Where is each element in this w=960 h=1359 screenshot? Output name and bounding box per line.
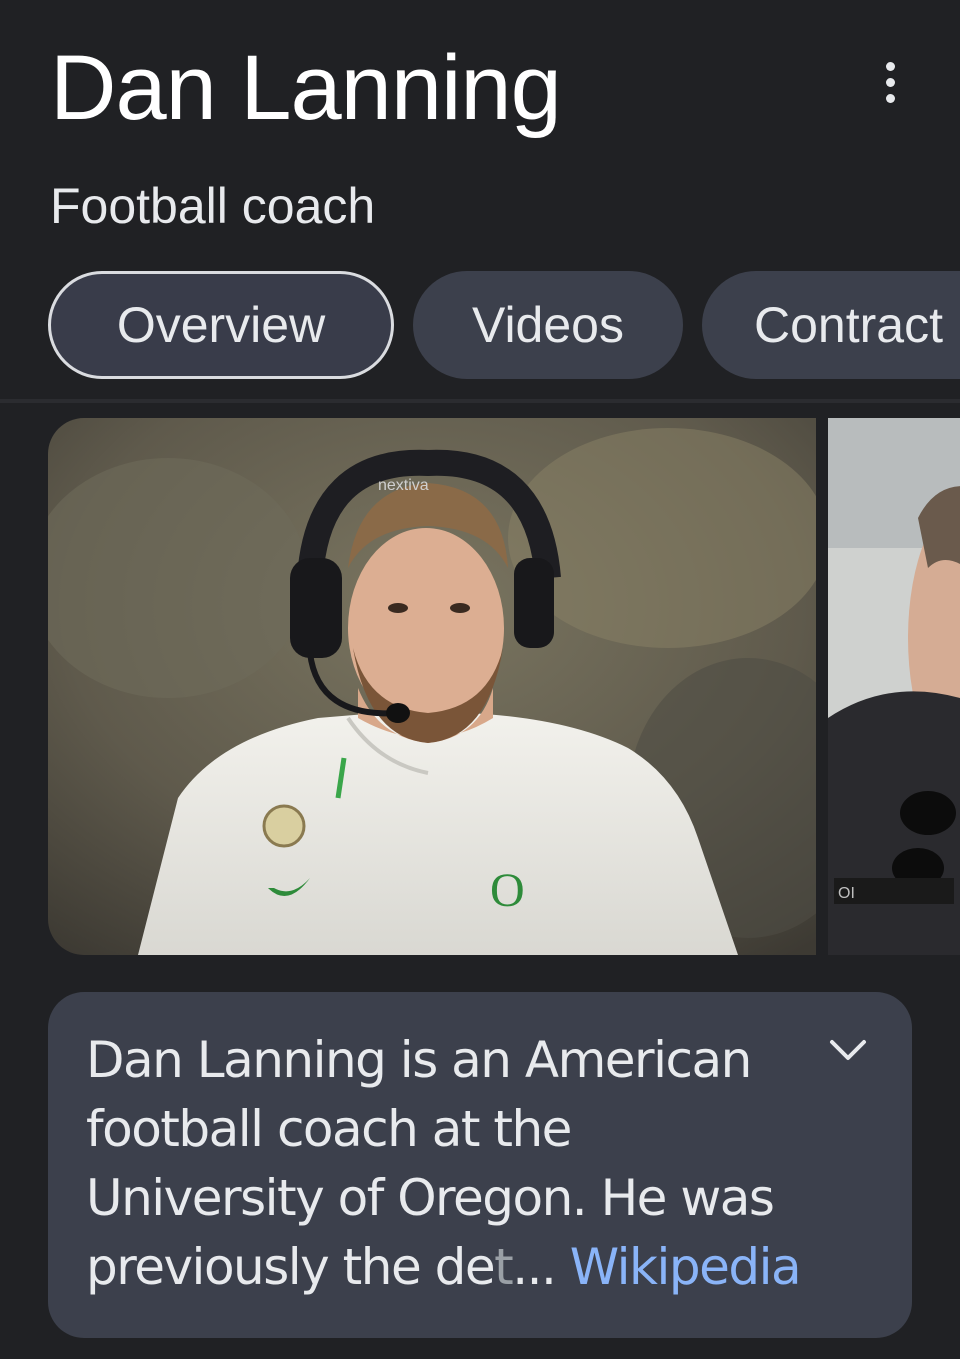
entity-subtitle: Football coach (50, 178, 376, 234)
description-card: Dan Lanning is an American football coac… (48, 992, 912, 1338)
coach-sunglasses-photo: OI (828, 418, 960, 955)
knowledge-panel: Dan Lanning Football coach Overview Vide… (0, 0, 960, 1359)
image-thumbnail-coach-headset[interactable]: nextiva O (48, 418, 816, 955)
image-thumbnail-coach-sunglasses[interactable]: OI (828, 418, 960, 955)
tab-bar: Overview Videos Contract (48, 271, 960, 379)
tab-overview[interactable]: Overview (48, 271, 394, 379)
more-vert-icon (885, 61, 895, 71)
chevron-down-icon[interactable] (828, 1036, 868, 1066)
description-ellipsis: ... (512, 1238, 570, 1296)
coach-headset-photo: nextiva O (48, 418, 816, 955)
more-vert-icon-dot (885, 93, 895, 103)
jersey-o-logo: O (490, 864, 525, 917)
description-fade-char: t (494, 1238, 514, 1296)
page-title: Dan Lanning (50, 37, 562, 139)
svg-text:OI: OI (838, 885, 855, 902)
tab-contract[interactable]: Contract (702, 271, 960, 379)
tab-videos[interactable]: Videos (413, 271, 683, 379)
headset-brand-text: nextiva (378, 477, 429, 494)
description-text: Dan Lanning is an American football coac… (86, 1026, 806, 1302)
more-options-button[interactable] (860, 50, 920, 114)
wikipedia-link[interactable]: Wikipedia (570, 1238, 802, 1296)
divider (0, 399, 960, 403)
more-vert-icon-dot (885, 77, 895, 87)
